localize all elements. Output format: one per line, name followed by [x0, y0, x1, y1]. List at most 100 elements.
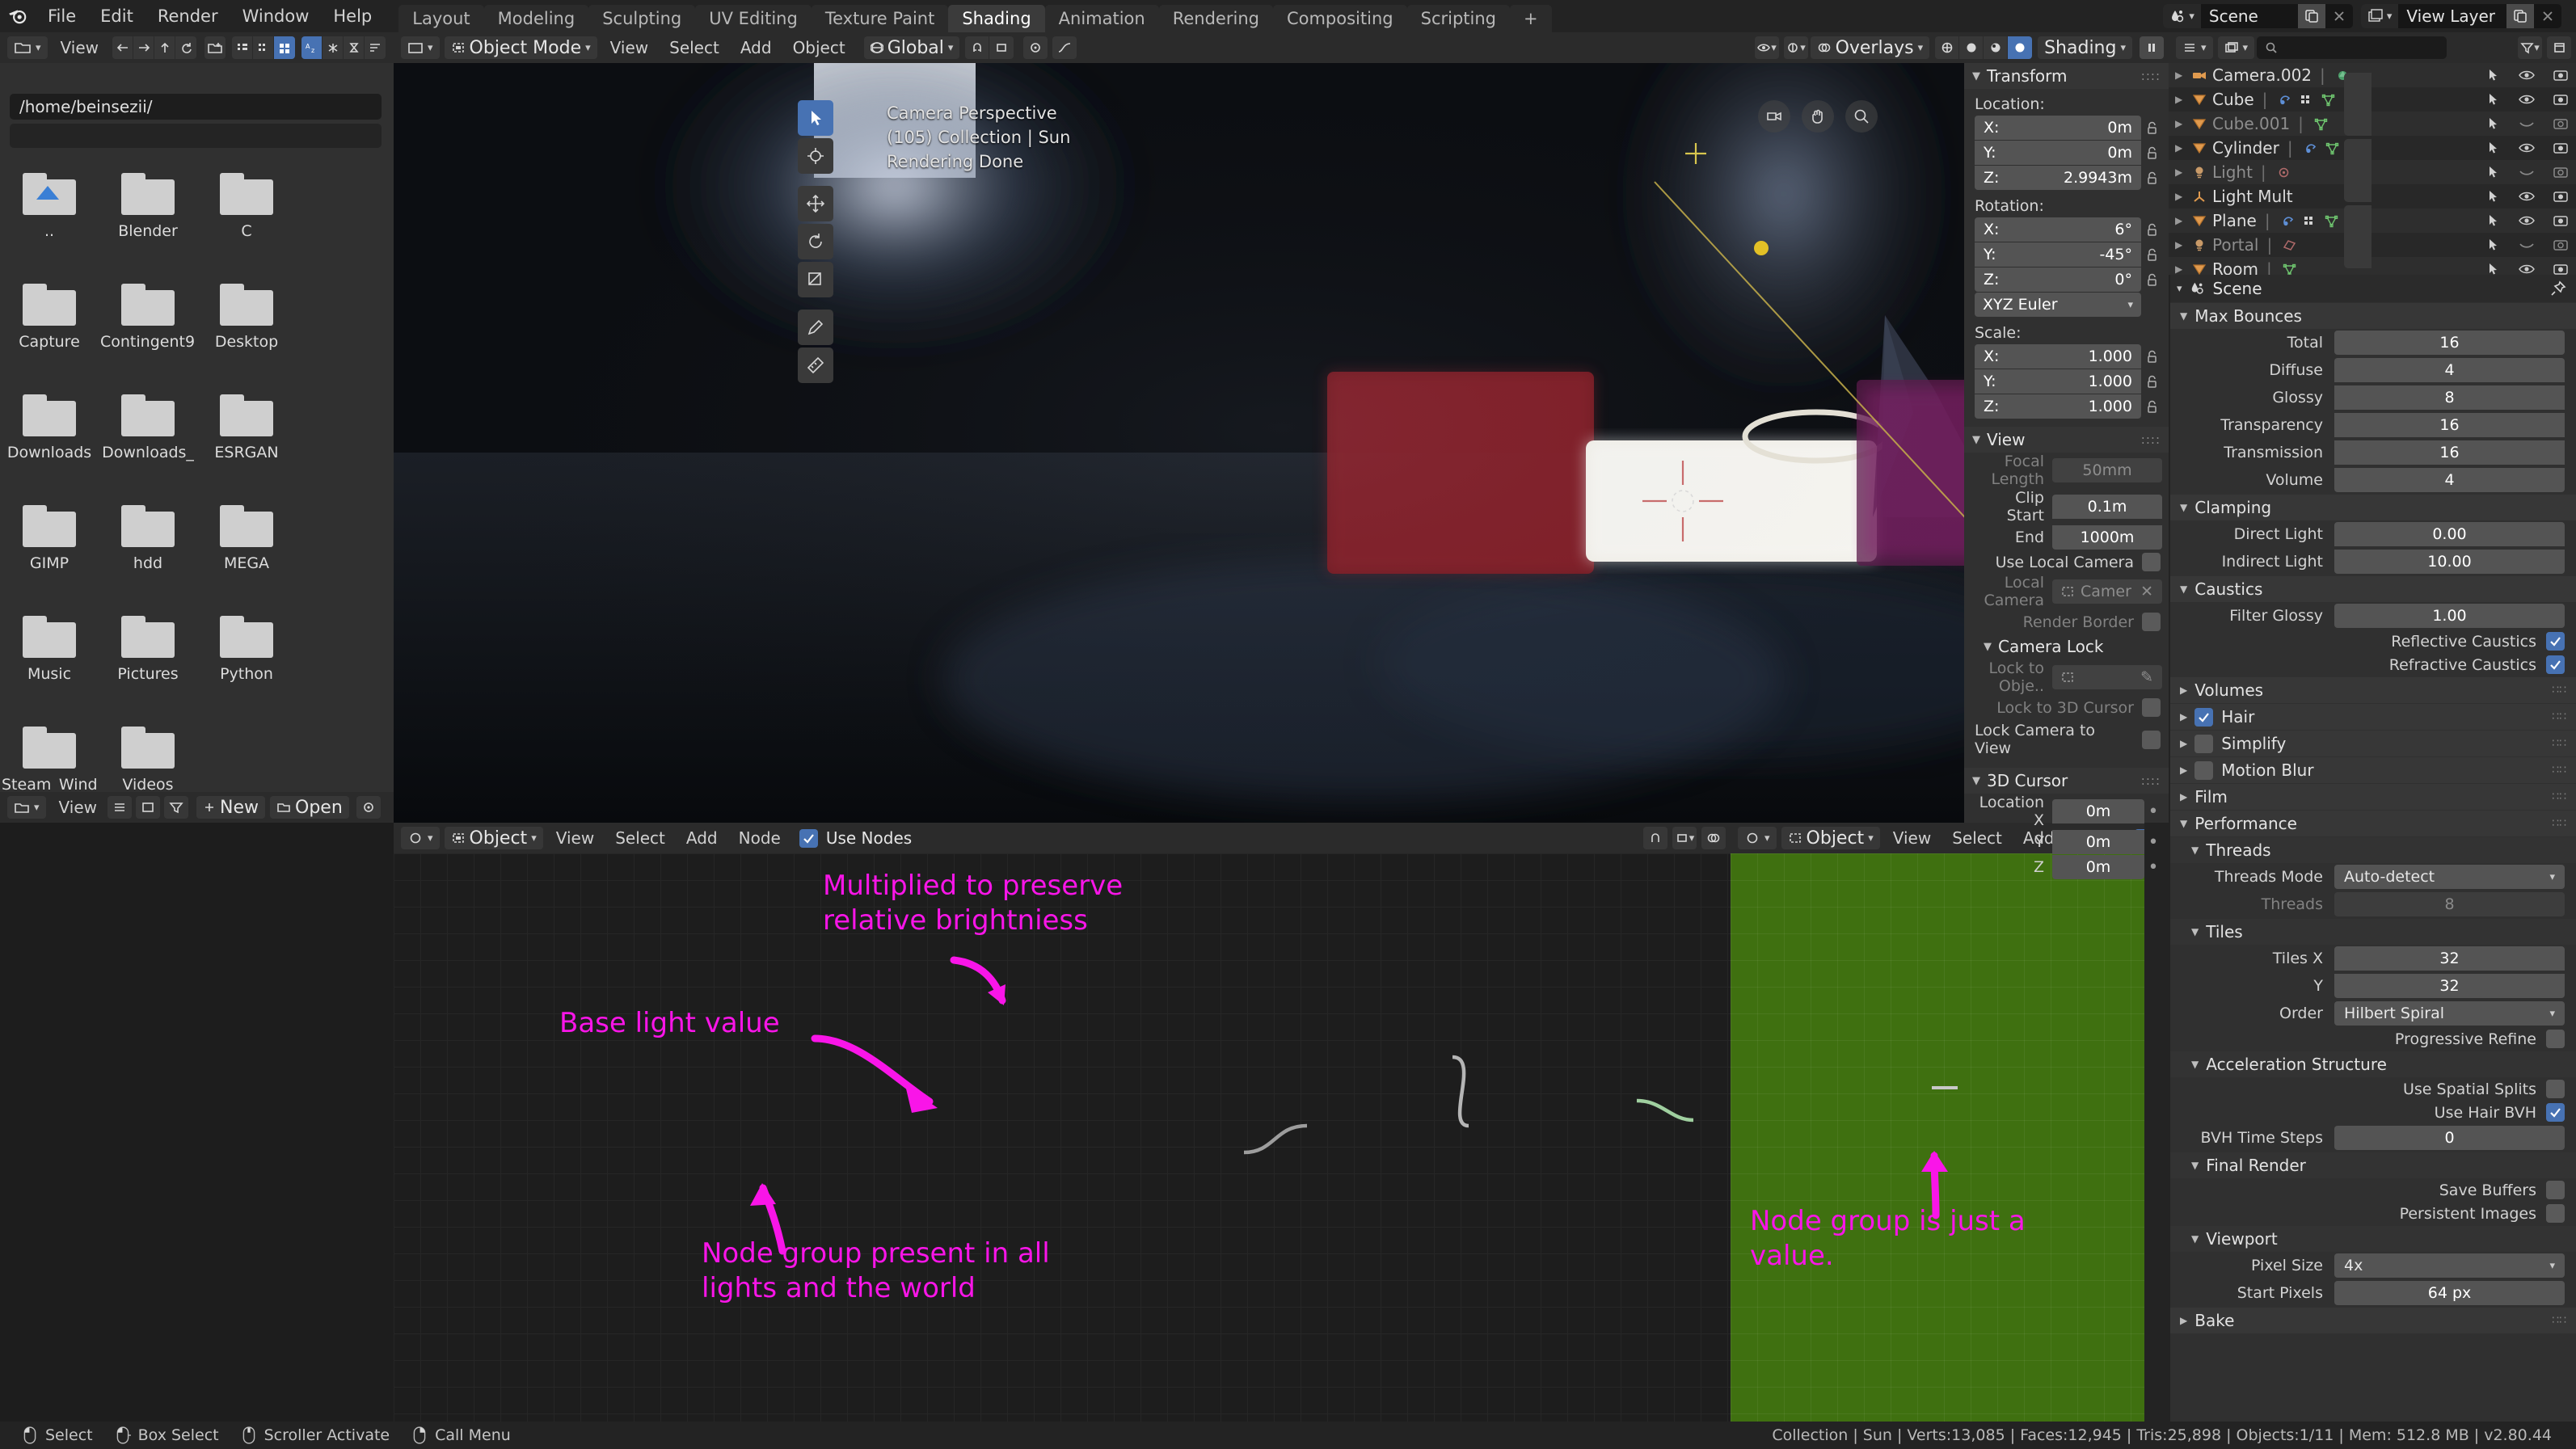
view-layer-icon[interactable]: ▾	[2360, 4, 2399, 28]
rendered-shading-icon[interactable]	[2008, 36, 2033, 59]
file-item[interactable]: Music	[0, 604, 99, 715]
local-camera-row[interactable]: Local Camera Camer ✕	[1964, 574, 2169, 609]
lock-rotation-z-icon[interactable]	[2141, 272, 2162, 288]
node-overlay-icon[interactable]	[1701, 827, 1726, 849]
new-scene-button[interactable]	[2297, 4, 2325, 28]
material-icon[interactable]	[2299, 93, 2314, 107]
display-size-icon[interactable]	[136, 796, 160, 819]
modifier-icon[interactable]	[2277, 93, 2292, 107]
lock-location-z-icon[interactable]	[2141, 171, 2162, 186]
shader-type-selector[interactable]: Object ▾	[444, 827, 543, 849]
disclosure-triangle-icon[interactable]: ▶	[2175, 118, 2191, 129]
file-item[interactable]: Pictures	[99, 604, 197, 715]
properties-panel-header[interactable]: ▼ Threads	[2169, 837, 2576, 863]
outliner-new-collection-icon[interactable]	[2547, 36, 2571, 59]
property-checkbox-row[interactable]: Persistent Images	[2169, 1202, 2576, 1225]
property-checkbox[interactable]	[2546, 1181, 2565, 1199]
file-item[interactable]: Downloads_	[99, 383, 197, 494]
file-item[interactable]: Desktop	[197, 272, 296, 383]
use-local-camera-row[interactable]: Use Local Camera	[1964, 550, 2169, 574]
camera-lock-panel-title[interactable]: ▼ Camera Lock	[1964, 634, 2169, 659]
proportional-edit-icon[interactable]	[1023, 36, 1048, 59]
node-snap-icon[interactable]	[1643, 827, 1667, 849]
tool-measure-icon[interactable]	[798, 348, 833, 383]
back-icon[interactable]	[112, 36, 134, 59]
node-select-menu[interactable]: Select	[605, 823, 676, 853]
material-shading-icon[interactable]	[1984, 36, 2009, 59]
outliner-row-name[interactable]: Cube.001	[2212, 114, 2290, 133]
outliner-search-input[interactable]	[2257, 36, 2447, 59]
filter-list-icon[interactable]	[108, 796, 132, 819]
node-add-menu[interactable]: Add	[676, 823, 728, 853]
outliner-render-icon[interactable]	[2552, 213, 2570, 228]
view-panel-title[interactable]: ▼ View::::	[1964, 427, 2169, 453]
outliner-select-toggle-icon[interactable]	[2485, 141, 2502, 155]
menu-window[interactable]: Window	[230, 0, 322, 32]
node-canvas[interactable]	[394, 853, 1731, 1422]
3d-viewport[interactable]: Camera Perspective (105) Collection | Su…	[394, 32, 2169, 823]
panel-drag-handle[interactable]: ∷∷	[2552, 737, 2566, 750]
solid-shading-icon[interactable]	[1959, 36, 1984, 59]
triangle-down-icon[interactable]: ▼	[2191, 1059, 2199, 1070]
pin-icon[interactable]	[2550, 280, 2566, 297]
tab-rendering[interactable]: Rendering	[1158, 5, 1273, 32]
file-item[interactable]: hdd	[99, 494, 197, 604]
property-row[interactable]: Filter Glossy 1.00	[2169, 602, 2576, 630]
group-node-view-menu[interactable]: View	[1882, 823, 1941, 853]
properties-panel-header[interactable]: ▶ Simplify ∷∷	[2169, 731, 2576, 756]
node-editor-type[interactable]: ▾	[401, 827, 440, 849]
property-row[interactable]: Diffuse 4	[2169, 356, 2576, 384]
object-mode-selector[interactable]: Object Mode ▾	[444, 36, 597, 59]
tool-select-box-icon[interactable]	[798, 100, 833, 136]
mesh-data-icon[interactable]	[2325, 141, 2340, 155]
lock-rotation-y-icon[interactable]	[2141, 247, 2162, 263]
property-checkbox-row[interactable]: Refractive Caustics	[2169, 653, 2576, 676]
list-horizontal-icon[interactable]	[253, 36, 275, 59]
property-row[interactable]: Transmission 16	[2169, 439, 2576, 466]
tab-texture-paint[interactable]: Texture Paint	[811, 5, 949, 32]
property-value[interactable]: 64 px	[2334, 1281, 2565, 1305]
tab-compositing[interactable]: Compositing	[1272, 5, 1407, 32]
mesh-data-icon[interactable]	[2321, 93, 2336, 107]
tab-animation[interactable]: Animation	[1044, 5, 1159, 32]
property-value[interactable]: 8	[2334, 892, 2565, 916]
file-item[interactable]: Contingent99	[99, 272, 197, 383]
property-value[interactable]: 8	[2334, 385, 2565, 410]
editor-type-selector[interactable]: ▾	[7, 36, 48, 59]
panel-checkbox[interactable]	[2194, 707, 2214, 727]
property-row[interactable]: Glossy 8	[2169, 384, 2576, 411]
properties-panel-header[interactable]: ▶ Motion Blur ∷∷	[2169, 757, 2576, 783]
property-row[interactable]: Total 16	[2169, 329, 2576, 356]
panel-drag-handle[interactable]: ∷∷	[2552, 790, 2566, 803]
outliner-select-toggle-icon[interactable]	[2485, 68, 2502, 82]
lock-camera-to-view-checkbox[interactable]	[2142, 730, 2161, 749]
scene-name[interactable]: Scene	[2201, 6, 2298, 26]
properties-panel-header[interactable]: ▶ Hair ∷∷	[2169, 704, 2576, 730]
tab-modeling[interactable]: Modeling	[483, 5, 589, 32]
tool-rotate-icon[interactable]	[798, 224, 833, 259]
menu-help[interactable]: Help	[321, 0, 384, 32]
node-view-menu[interactable]: View	[546, 823, 605, 853]
remove-view-layer-button[interactable]	[2534, 4, 2561, 28]
triangle-right-icon[interactable]: ▶	[2180, 765, 2187, 776]
forward-icon[interactable]	[133, 36, 155, 59]
shading-popover[interactable]: Shading ▾	[2038, 36, 2132, 59]
outliner-row[interactable]: ▶ Light |	[2169, 160, 2576, 184]
scale-x-row[interactable]: X: 1.000	[1964, 344, 2169, 369]
triangle-down-icon[interactable]: ▼	[2180, 583, 2187, 595]
property-row[interactable]: Start Pixels 64 px	[2169, 1279, 2576, 1307]
location-y-row[interactable]: Y: 0m	[1964, 141, 2169, 165]
cursor-x-row[interactable]: Location X 0m •	[1964, 794, 2169, 829]
disclosure-triangle-icon[interactable]: ▶	[2175, 70, 2191, 81]
viewport-select-menu[interactable]: Select	[659, 32, 730, 63]
lock-scale-y-icon[interactable]	[2141, 374, 2162, 390]
viewport-render-pause-icon[interactable]	[2140, 36, 2164, 59]
node-group-canvas[interactable]	[1731, 853, 2169, 1422]
outliner-render-icon[interactable]	[2552, 189, 2570, 204]
property-row[interactable]: BVH Time Steps 0	[2169, 1124, 2576, 1152]
scale-z-row[interactable]: Z: 1.000	[1964, 394, 2169, 419]
mesh-data-icon[interactable]	[2313, 117, 2329, 131]
outliner-render-icon[interactable]	[2552, 68, 2570, 82]
outliner-filter-icon[interactable]: ▾	[2518, 36, 2542, 59]
tool-scale-icon[interactable]	[798, 262, 833, 297]
